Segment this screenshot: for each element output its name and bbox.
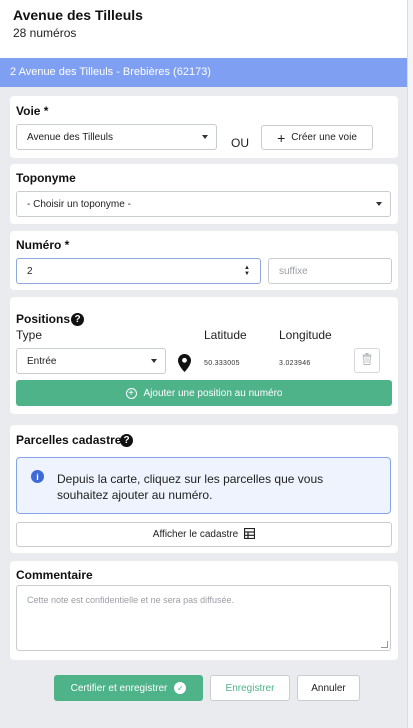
- commentaire-placeholder: Cette note est confidentielle et ne sera…: [27, 595, 234, 605]
- street-title: Avenue des Tilleuls: [13, 7, 143, 23]
- check-circle-icon: ✓: [174, 682, 187, 694]
- show-cadastre-button[interactable]: Afficher le cadastre: [16, 522, 392, 547]
- show-cadastre-label: Afficher le cadastre: [152, 529, 239, 540]
- create-voie-label: Créer une voie: [291, 132, 357, 143]
- map-marker-icon[interactable]: [178, 354, 191, 377]
- position-type-value: Entrée: [27, 355, 57, 367]
- longitude-column-header: Longitude: [279, 328, 332, 342]
- commentaire-card: Commentaire Cette note est confidentiell…: [10, 561, 398, 660]
- delete-position-button[interactable]: [354, 348, 380, 373]
- create-voie-button[interactable]: + Créer une voie: [261, 125, 373, 150]
- numero-input[interactable]: 2 ▲ ▼: [16, 258, 261, 284]
- resize-handle[interactable]: [381, 641, 388, 648]
- chevron-down-icon: [151, 359, 157, 363]
- toponyme-card: Toponyme - Choisir un toponyme -: [10, 164, 398, 224]
- positions-card: Positions ? Type Latitude Longitude Entr…: [10, 297, 398, 414]
- save-label: Enregistrer: [225, 682, 275, 694]
- position-type-select[interactable]: Entrée: [16, 348, 166, 374]
- page-header: Avenue des Tilleuls 28 numéros: [0, 0, 407, 58]
- grid-icon: [244, 527, 256, 542]
- map-edge: [407, 0, 413, 728]
- voie-card: Voie * Avenue des Tilleuls OU + Créer un…: [10, 96, 398, 158]
- latitude-column-header: Latitude: [204, 328, 247, 342]
- numero-card: Numéro * 2 ▲ ▼ suffixe: [10, 231, 398, 290]
- trash-icon: [362, 353, 372, 368]
- plus-icon: +: [277, 129, 286, 146]
- add-position-label: Ajouter une position au numéro: [143, 387, 283, 399]
- suffix-placeholder: suffixe: [279, 265, 308, 277]
- parcelles-card: Parcelles cadastre ? i Depuis la carte, …: [10, 425, 398, 553]
- parcelles-label: Parcelles cadastre: [16, 433, 122, 447]
- certify-save-button[interactable]: Certifier et enregistrer ✓: [54, 675, 203, 701]
- voie-select-value: Avenue des Tilleuls: [27, 131, 113, 143]
- commentaire-label: Commentaire: [16, 568, 93, 582]
- save-button[interactable]: Enregistrer: [210, 675, 290, 701]
- numero-input-value: 2: [27, 265, 33, 277]
- toponyme-label: Toponyme: [16, 171, 76, 185]
- or-separator: OU: [231, 136, 249, 150]
- info-circle-icon: i: [31, 470, 44, 483]
- cancel-label: Annuler: [311, 682, 346, 694]
- plus-circle-icon: +: [125, 387, 137, 399]
- cadastre-info-box: i Depuis la carte, cliquez sur les parce…: [16, 457, 391, 514]
- voie-label: Voie *: [16, 104, 49, 118]
- question-circle-icon[interactable]: ?: [71, 313, 84, 326]
- voie-select[interactable]: Avenue des Tilleuls: [16, 124, 217, 150]
- numero-label: Numéro *: [16, 238, 70, 252]
- chevron-down-icon: [202, 135, 208, 139]
- type-column-header: Type: [16, 328, 43, 342]
- positions-label: Positions: [16, 312, 71, 326]
- toponyme-select-value: - Choisir un toponyme -: [27, 198, 131, 210]
- commentaire-textarea[interactable]: Cette note est confidentielle et ne sera…: [16, 585, 391, 651]
- add-position-button[interactable]: + Ajouter une position au numéro: [16, 380, 392, 406]
- chevron-down-icon: [376, 202, 382, 206]
- certify-save-label: Certifier et enregistrer: [70, 682, 168, 694]
- latitude-value: 50.333005: [204, 360, 240, 367]
- stepper-arrows-icon[interactable]: ▲ ▼: [244, 265, 250, 277]
- numbers-count: 28 numéros: [13, 26, 77, 40]
- question-circle-icon[interactable]: ?: [120, 434, 133, 447]
- toponyme-select[interactable]: - Choisir un toponyme -: [16, 191, 391, 217]
- address-banner: 2 Avenue des Tilleuls - Brebières (62173…: [0, 58, 407, 87]
- cadastre-info-text: Depuis la carte, cliquez sur les parcell…: [57, 472, 324, 502]
- suffix-input[interactable]: suffixe: [268, 258, 392, 284]
- cancel-button[interactable]: Annuler: [297, 675, 360, 701]
- longitude-value: 3.023946: [279, 360, 311, 367]
